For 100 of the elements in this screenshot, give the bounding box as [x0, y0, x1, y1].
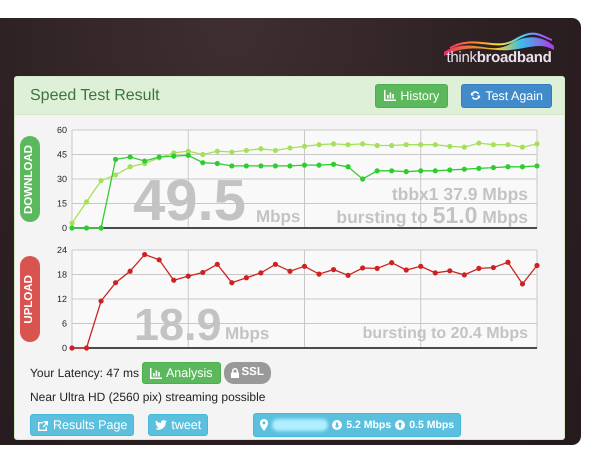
data-point [404, 267, 409, 273]
data-point [244, 163, 249, 169]
axis-label: 18 [56, 270, 67, 280]
axis-label: 30 [56, 174, 67, 184]
panel-title: Speed Test Result [30, 86, 160, 106]
axis-label: 45 [56, 150, 67, 160]
data-point [113, 280, 118, 286]
data-point [186, 274, 191, 279]
tweet-button[interactable]: tweet [148, 414, 208, 436]
data-point [447, 144, 452, 149]
data-point [374, 266, 380, 271]
data-point [389, 260, 394, 266]
lock-icon [230, 368, 239, 378]
data-point [142, 252, 148, 258]
data-point [462, 166, 467, 172]
latency-text: Your Latency: 47 ms [30, 365, 139, 382]
data-point [128, 154, 133, 160]
data-point [330, 162, 336, 167]
blurred-region [272, 419, 328, 431]
data-point [98, 298, 104, 304]
data-point [171, 278, 176, 283]
data-point [214, 148, 220, 154]
data-point [302, 162, 308, 168]
axis-label: 0 [62, 223, 67, 233]
data-point [330, 141, 336, 146]
data-point [302, 144, 308, 149]
ssl-badge: SSL [224, 362, 271, 384]
data-point [84, 225, 90, 231]
data-point [316, 142, 322, 148]
data-point [84, 199, 90, 204]
data-point [287, 145, 293, 151]
data-point [476, 266, 482, 271]
data-point [346, 142, 351, 148]
analysis-button[interactable]: Analysis [142, 362, 221, 384]
data-point [505, 164, 511, 170]
data-point [520, 144, 526, 150]
data-point [360, 141, 366, 146]
data-point [156, 257, 162, 262]
data-point [360, 176, 366, 182]
data-point [258, 163, 264, 169]
data-point [113, 156, 118, 162]
share-icon [37, 420, 49, 430]
data-point [490, 142, 496, 148]
data-point [272, 163, 278, 169]
data-point [374, 168, 380, 174]
data-point [389, 142, 394, 148]
data-point [287, 163, 293, 169]
data-point [98, 178, 104, 184]
results-page-button[interactable]: Results Page [30, 414, 134, 436]
data-point [520, 164, 526, 170]
history-button[interactable]: History [375, 84, 448, 108]
data-point [229, 280, 234, 286]
data-point [128, 268, 133, 274]
axis-label: 24 [56, 245, 67, 255]
location-speed-button[interactable]: 5.2 Mbps 0.5 Mbps [253, 413, 462, 437]
data-point [229, 149, 234, 155]
data-point [534, 262, 540, 268]
data-point [302, 264, 308, 269]
data-point [520, 281, 526, 286]
data-point [128, 164, 133, 170]
axis-label: 15 [56, 198, 67, 208]
data-point [346, 272, 351, 278]
data-point [229, 163, 234, 169]
data-point [113, 172, 118, 178]
download-arrow-icon [332, 420, 342, 430]
data-point [432, 270, 438, 276]
data-point [244, 148, 249, 154]
data-point [200, 160, 206, 166]
data-point [346, 164, 351, 170]
streaming-text: Near Ultra HD (2560 pix) streaming possible [30, 390, 266, 404]
data-point [272, 148, 278, 154]
data-point [447, 268, 452, 274]
bird-icon [155, 420, 168, 430]
data-point [330, 267, 336, 272]
data-point [200, 270, 206, 276]
data-point [404, 169, 409, 174]
axis-label: 6 [62, 318, 67, 328]
data-point [200, 152, 206, 158]
data-point [476, 140, 482, 146]
data-point [432, 142, 438, 148]
upload-arrow-icon [395, 420, 406, 430]
section-label: DOWNLOAD [20, 136, 40, 222]
data-point [505, 260, 511, 265]
map-pin-icon [260, 419, 268, 431]
data-point [316, 272, 322, 277]
data-point [374, 142, 380, 148]
data-point [476, 166, 482, 171]
data-point [534, 163, 540, 169]
data-point [418, 142, 424, 148]
refresh-icon [470, 90, 482, 101]
test-again-button[interactable]: Test Again [461, 84, 552, 108]
data-point [462, 144, 467, 150]
data-point [462, 272, 467, 278]
bar-chart-icon [150, 368, 162, 378]
data-point [258, 270, 264, 276]
bar-chart-icon [384, 90, 396, 101]
data-point [418, 168, 424, 174]
data-point [316, 162, 322, 168]
axis-label: 12 [56, 294, 67, 304]
data-point [272, 262, 278, 267]
